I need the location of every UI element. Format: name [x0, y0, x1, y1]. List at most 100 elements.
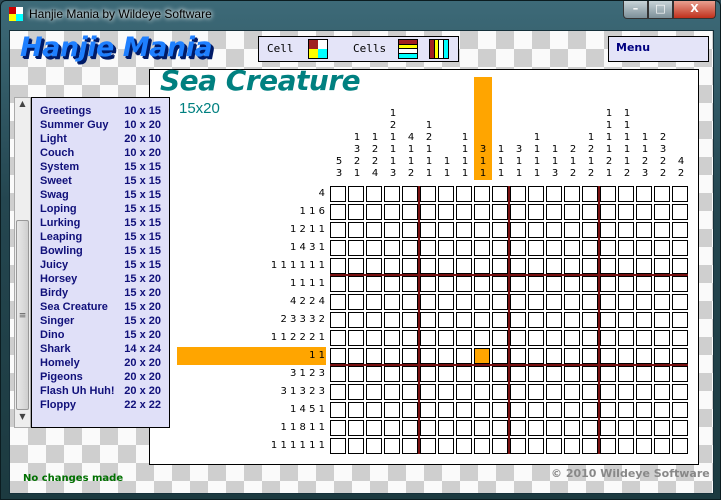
grid-cell[interactable] [618, 312, 634, 328]
grid-cell[interactable] [474, 384, 490, 400]
grid-cell[interactable] [600, 402, 616, 418]
grid-cell[interactable] [420, 312, 436, 328]
grid-cell[interactable] [510, 348, 526, 364]
grid-cell[interactable] [402, 258, 418, 274]
grid-cell[interactable] [672, 348, 688, 364]
grid-cell[interactable] [582, 330, 598, 346]
grid-cell[interactable] [330, 258, 346, 274]
grid-cell[interactable] [564, 186, 580, 202]
grid-cell[interactable] [366, 186, 382, 202]
grid-cell[interactable] [456, 402, 472, 418]
grid-cell[interactable] [672, 438, 688, 454]
grid-cell[interactable] [510, 222, 526, 238]
grid-cell[interactable] [474, 186, 490, 202]
grid-cell[interactable] [618, 348, 634, 364]
grid-cell[interactable] [384, 402, 400, 418]
grid-cell[interactable] [618, 420, 634, 436]
grid-cell[interactable] [456, 438, 472, 454]
list-item[interactable]: Swag 15 x 15 [40, 189, 165, 203]
grid-cell[interactable] [474, 312, 490, 328]
grid-cell[interactable] [546, 420, 562, 436]
grid-cell[interactable] [600, 222, 616, 238]
grid-cell[interactable] [330, 348, 346, 364]
grid-cell[interactable] [672, 402, 688, 418]
grid-cell[interactable] [582, 258, 598, 274]
grid-cell[interactable] [528, 294, 544, 310]
grid-cell[interactable] [402, 240, 418, 256]
grid-cell[interactable] [348, 312, 364, 328]
grid-cell[interactable] [366, 402, 382, 418]
grid-cell[interactable] [600, 186, 616, 202]
grid-cell[interactable] [492, 366, 508, 382]
grid-cell[interactable] [348, 402, 364, 418]
grid-cell[interactable] [366, 294, 382, 310]
grid-cell[interactable] [600, 366, 616, 382]
list-item[interactable]: Bowling 15 x 15 [40, 245, 165, 259]
grid-cell[interactable] [402, 186, 418, 202]
grid-cell[interactable] [330, 222, 346, 238]
grid-cell[interactable] [636, 294, 652, 310]
grid-cell[interactable] [438, 240, 454, 256]
grid-cell[interactable] [420, 258, 436, 274]
grid-cell[interactable] [636, 276, 652, 292]
grid-cell[interactable] [636, 348, 652, 364]
grid-cell[interactable] [654, 348, 670, 364]
grid-cell[interactable] [366, 204, 382, 220]
grid-cell[interactable] [456, 204, 472, 220]
grid-cell[interactable] [636, 420, 652, 436]
grid-cell[interactable] [330, 204, 346, 220]
grid-cell[interactable] [618, 258, 634, 274]
grid-cell[interactable] [330, 402, 346, 418]
grid-cell[interactable] [384, 204, 400, 220]
grid-cell[interactable] [528, 420, 544, 436]
grid-cell[interactable] [564, 330, 580, 346]
grid-cell[interactable] [384, 366, 400, 382]
grid-cell[interactable] [492, 384, 508, 400]
cell-mode-icon[interactable] [308, 39, 328, 59]
grid-cell[interactable] [438, 204, 454, 220]
grid-cell[interactable] [456, 420, 472, 436]
grid-cell[interactable] [348, 276, 364, 292]
grid-cell[interactable] [582, 420, 598, 436]
grid-cell[interactable] [366, 366, 382, 382]
grid-cell[interactable] [348, 348, 364, 364]
list-item[interactable]: Floppy 22 x 22 [40, 399, 165, 413]
grid-cell[interactable] [654, 294, 670, 310]
grid-cell[interactable] [420, 366, 436, 382]
grid-cell[interactable] [402, 420, 418, 436]
grid-cell[interactable] [366, 384, 382, 400]
grid-cell[interactable] [402, 438, 418, 454]
grid-cell[interactable] [618, 276, 634, 292]
grid-cell[interactable] [438, 420, 454, 436]
grid-cell[interactable] [438, 402, 454, 418]
grid-cell[interactable] [438, 348, 454, 364]
grid-cell[interactable] [618, 204, 634, 220]
grid-cell[interactable] [582, 402, 598, 418]
grid-cell[interactable] [420, 276, 436, 292]
grid-cell[interactable] [600, 204, 616, 220]
grid-cell[interactable] [384, 240, 400, 256]
grid-cell[interactable] [564, 204, 580, 220]
grid-cell[interactable] [474, 222, 490, 238]
grid-cell[interactable] [636, 222, 652, 238]
grid-cell[interactable] [528, 204, 544, 220]
grid-cell[interactable] [330, 240, 346, 256]
grid-cell[interactable] [654, 402, 670, 418]
grid-cell[interactable] [384, 276, 400, 292]
grid-cell[interactable] [438, 294, 454, 310]
grid-cell[interactable] [582, 312, 598, 328]
grid-cell[interactable] [600, 348, 616, 364]
title-bar[interactable]: Hanjie Mania by Wildeye Software – □ X [1, 1, 720, 29]
grid-cell[interactable] [348, 222, 364, 238]
grid-cell[interactable] [474, 330, 490, 346]
grid-cell[interactable] [474, 438, 490, 454]
grid-cell[interactable] [564, 222, 580, 238]
grid-cell[interactable] [456, 222, 472, 238]
grid-cell[interactable] [438, 258, 454, 274]
grid-cell[interactable] [582, 384, 598, 400]
list-item[interactable]: System 15 x 15 [40, 161, 165, 175]
grid-cell[interactable] [636, 330, 652, 346]
grid-cell[interactable] [330, 384, 346, 400]
close-button[interactable]: X [673, 1, 716, 19]
grid-cell[interactable] [492, 402, 508, 418]
